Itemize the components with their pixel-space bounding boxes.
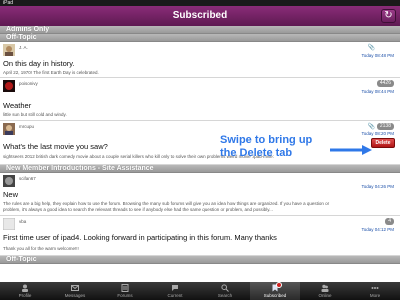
tab-forums[interactable]: Forums bbox=[100, 282, 150, 300]
callout-line-1: Swipe to bring up bbox=[220, 134, 313, 146]
avatar bbox=[3, 123, 15, 135]
tab-label: Current bbox=[167, 293, 183, 298]
tab-search[interactable]: Search bbox=[200, 282, 250, 300]
section-header: New Member Introductions - Site Assistan… bbox=[0, 165, 400, 173]
list-item[interactable]: scifan67 Today 04:26 PM New The rules ar… bbox=[0, 173, 400, 216]
reply-count-badge: 2138 bbox=[376, 123, 394, 130]
online-icon bbox=[321, 284, 329, 292]
forums-icon bbox=[121, 284, 129, 292]
post-excerpt: April 22, 1970! The first Earth Day is c… bbox=[3, 70, 99, 75]
refresh-icon: ↻ bbox=[384, 10, 393, 21]
tab-label: More bbox=[369, 293, 381, 298]
messages-icon bbox=[71, 285, 79, 291]
section-header: Off-Topic bbox=[0, 34, 400, 42]
list-item[interactable]: J. A. 📎 Today 08:48 PM On this day in hi… bbox=[0, 42, 400, 78]
tab-label: Messages bbox=[64, 293, 86, 298]
tab-label: Forums bbox=[117, 293, 133, 298]
tab-profile[interactable]: Profile bbox=[0, 282, 50, 300]
tab-label: Online bbox=[318, 293, 332, 298]
post-date: Today 08:44 PM bbox=[361, 89, 394, 94]
refresh-button[interactable]: ↻ bbox=[381, 9, 396, 23]
post-date: Today 08:48 PM bbox=[361, 53, 394, 58]
post-excerpt: The rules are a big help, they explain h… bbox=[3, 201, 330, 212]
tab-label: Search bbox=[217, 293, 233, 298]
list-item[interactable]: vba 4 Today 04:12 PM First time user of … bbox=[0, 216, 400, 256]
tab-label: Subscribed bbox=[263, 293, 287, 298]
avatar bbox=[3, 218, 15, 230]
notification-badge bbox=[276, 282, 282, 288]
post-title: Weather bbox=[3, 101, 32, 110]
post-title: New bbox=[3, 190, 19, 199]
reply-count-badge: 4426 bbox=[376, 80, 394, 87]
avatar bbox=[3, 44, 15, 56]
tab-more[interactable]: More bbox=[350, 282, 400, 300]
reply-count-badge: 4 bbox=[385, 218, 394, 225]
post-excerpt: Thank you all for the warm welcome!!! bbox=[3, 246, 79, 251]
delete-button[interactable]: Delete bbox=[371, 138, 395, 148]
post-author: vba bbox=[19, 219, 27, 224]
avatar bbox=[3, 175, 15, 187]
callout-line-2: the Delete tab bbox=[220, 147, 293, 159]
avatar bbox=[3, 80, 15, 92]
list-item[interactable]: mrcupu 📎 2138 Today 08:20 PM Delete What… bbox=[0, 121, 400, 165]
navigation-bar: Subscribed ↻ bbox=[0, 6, 400, 26]
tab-online[interactable]: Online bbox=[300, 282, 350, 300]
more-icon bbox=[371, 287, 379, 289]
post-title: What's the last movie you saw? bbox=[3, 142, 108, 151]
tab-messages[interactable]: Messages bbox=[50, 282, 100, 300]
post-author: J. A. bbox=[19, 45, 28, 50]
search-icon bbox=[221, 284, 229, 292]
tab-bar: Profile Messages Forums Current Search S… bbox=[0, 282, 400, 300]
section-header: Admins Only bbox=[0, 26, 400, 34]
post-excerpt: little sun but still cold and windy. bbox=[3, 112, 67, 117]
tab-subscribed[interactable]: Subscribed bbox=[250, 282, 300, 300]
tab-label: Profile bbox=[18, 293, 32, 298]
tab-current[interactable]: Current bbox=[150, 282, 200, 300]
post-title: On this day in history. bbox=[3, 59, 75, 68]
section-header: Off-Topic bbox=[0, 256, 400, 264]
page-title: Subscribed bbox=[172, 10, 228, 21]
arrow-right-icon bbox=[330, 145, 372, 155]
post-author: mrcupu bbox=[19, 124, 35, 129]
post-author: scifan67 bbox=[19, 176, 36, 181]
post-date: Today 08:20 PM bbox=[361, 131, 394, 136]
current-icon bbox=[172, 285, 178, 291]
list-item[interactable]: poisonivy 4426 Today 08:44 PM Weather li… bbox=[0, 78, 400, 121]
paperclip-icon: 📎 bbox=[367, 45, 375, 51]
post-title: First time user of ipad4. Looking forwar… bbox=[3, 233, 277, 242]
post-date: Today 04:12 PM bbox=[361, 227, 394, 232]
swipe-callout: Swipe to bring up the Delete tab bbox=[220, 134, 340, 160]
post-date: Today 04:26 PM bbox=[361, 184, 394, 189]
profile-icon bbox=[22, 284, 28, 292]
post-author: poisonivy bbox=[19, 81, 38, 86]
paperclip-icon: 📎 bbox=[367, 124, 375, 130]
